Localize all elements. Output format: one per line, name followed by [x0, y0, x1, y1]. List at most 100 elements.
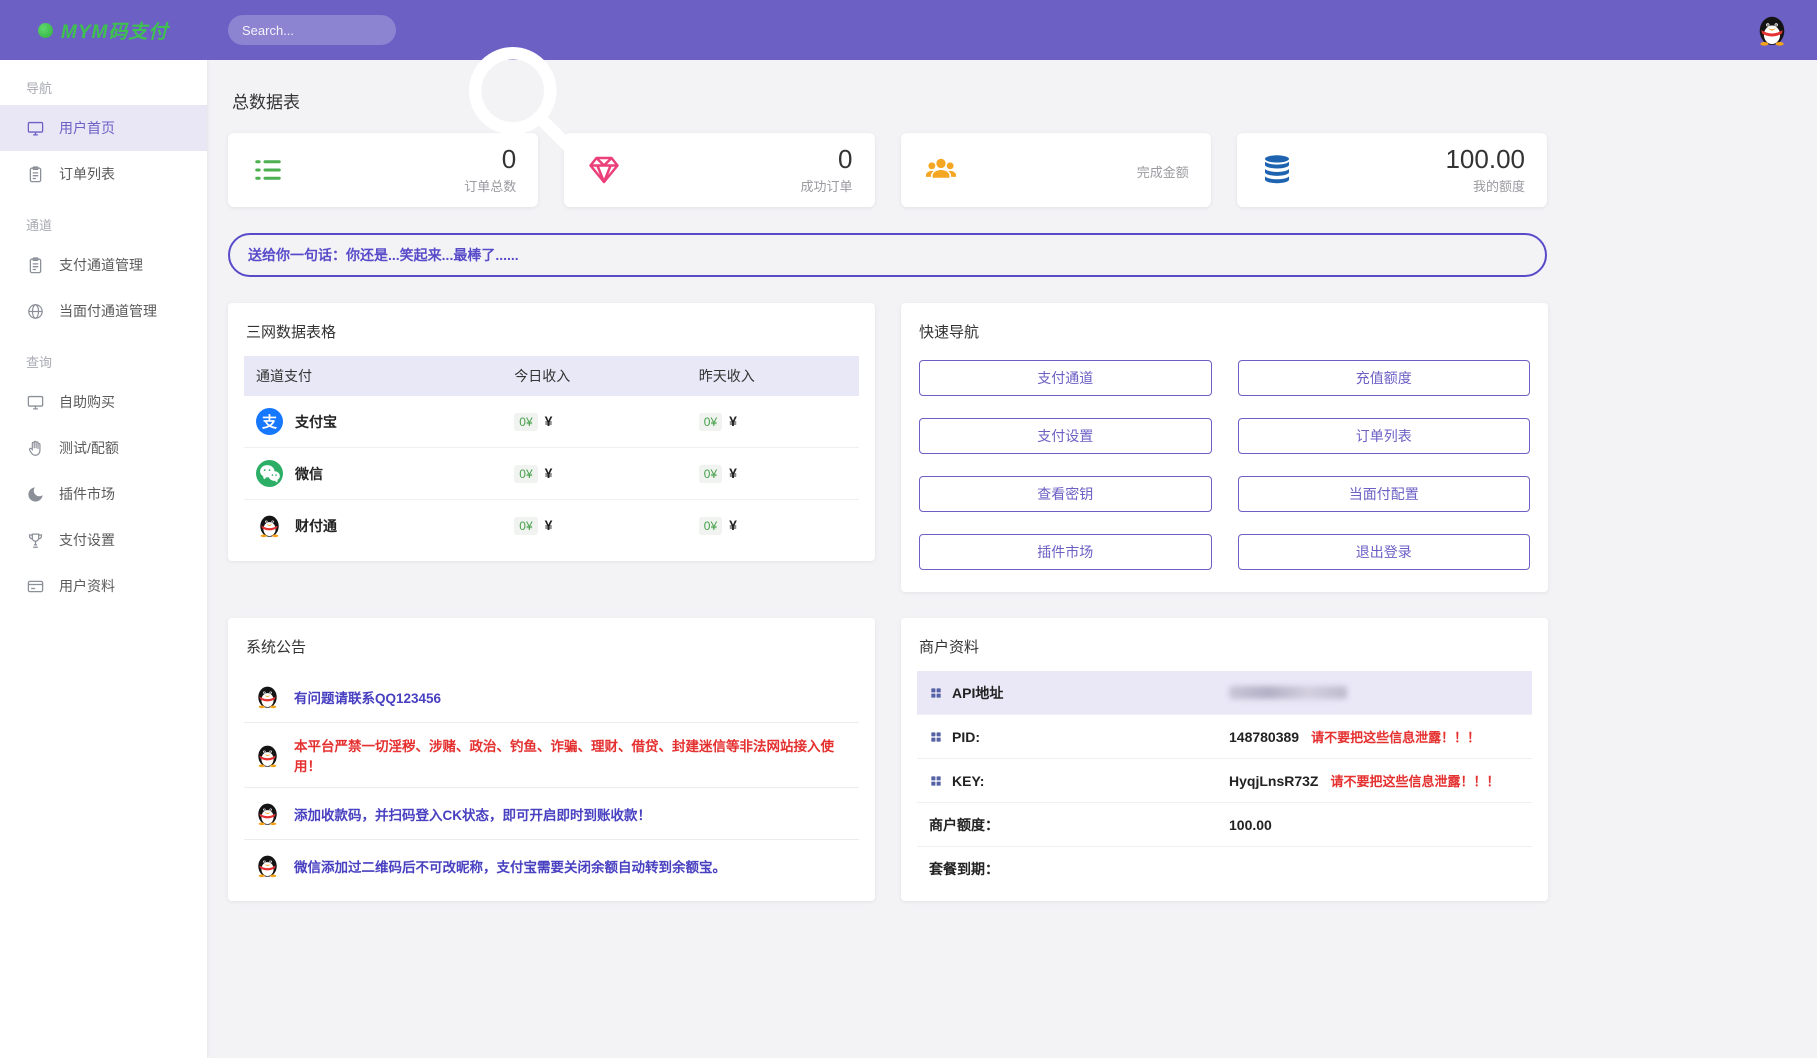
- grid-icon: [929, 730, 943, 744]
- sidebar-item-pay-channel-mgmt[interactable]: 支付通道管理: [0, 242, 207, 288]
- announcement-item: 添加收款码，并扫码登入CK状态，即可开启即时到账收款！: [244, 788, 859, 840]
- channel-data-panel: 三网数据表格 通道支付 今日收入 昨天收入 支支付宝 0¥¥ 0¥¥: [228, 303, 875, 561]
- moon-icon: [26, 485, 45, 504]
- tenpay-penguin-icon: [256, 512, 283, 539]
- sidebar-item-label: 订单列表: [59, 164, 115, 184]
- notice-banner: 送给你一句话：你还是...笑起来...最棒了......: [228, 233, 1547, 277]
- today-income-badge: 0¥: [514, 517, 537, 535]
- quick-nav-pay-settings-button[interactable]: 支付设置: [919, 418, 1212, 454]
- announcement-item: 有问题请联系QQ123456: [244, 671, 859, 723]
- merchant-row-key: KEY: HyqjLnsR73Z 请不要把这些信息泄露！！！: [917, 759, 1532, 803]
- sidebar-item-user-profile[interactable]: 用户资料: [0, 563, 207, 609]
- sidebar-item-label: 插件市场: [59, 484, 115, 504]
- penguin-icon: [254, 800, 281, 827]
- stat-label: 我的额度: [1445, 176, 1525, 195]
- user-avatar[interactable]: [1753, 11, 1791, 49]
- channel-name: 财付通: [295, 516, 337, 536]
- quick-nav-recharge-quota-button[interactable]: 充值额度: [1238, 360, 1531, 396]
- merchant-label: 套餐到期：: [929, 859, 999, 879]
- monitor-icon: [26, 393, 45, 412]
- sidebar-section-query: 查询: [0, 334, 207, 379]
- column-header: 今日收入: [502, 356, 687, 396]
- currency-symbol: ¥: [545, 517, 553, 533]
- today-income-badge: 0¥: [514, 465, 537, 483]
- list-icon: [250, 152, 286, 188]
- search-input[interactable]: [242, 23, 369, 38]
- middle-panels: 三网数据表格 通道支付 今日收入 昨天收入 支支付宝 0¥¥ 0¥¥: [228, 303, 1547, 901]
- penguin-avatar-icon: [1754, 12, 1790, 48]
- merchant-profile-panel: 商户资料 API地址 PID: 148780389 请不要把这些信息泄露！！！: [901, 618, 1548, 901]
- panel-title: 系统公告: [246, 636, 857, 657]
- sidebar-item-pay-settings[interactable]: 支付设置: [0, 517, 207, 563]
- clipboard-icon: [26, 256, 45, 275]
- sidebar-item-label: 自助购买: [59, 392, 115, 412]
- column-header: 通道支付: [244, 356, 502, 396]
- users-icon: [923, 152, 959, 188]
- table-row: 微信 0¥ ¥ 0¥ ¥: [244, 448, 859, 500]
- merchant-pid-value: 148780389: [1229, 729, 1299, 745]
- quick-nav-order-list-button[interactable]: 订单列表: [1238, 418, 1531, 454]
- merchant-row-package-expiry: 套餐到期：: [917, 847, 1532, 891]
- announcement-text: 有问题请联系QQ123456: [294, 687, 441, 707]
- announcement-text: 添加收款码，并扫码登入CK状态，即可开启即时到账收款！: [294, 804, 651, 824]
- merchant-row-api: API地址: [917, 671, 1532, 715]
- sidebar-item-label: 用户资料: [59, 576, 115, 596]
- sidebar-item-self-purchase[interactable]: 自助购买: [0, 379, 207, 425]
- sidebar-item-label: 支付设置: [59, 530, 115, 550]
- channel-name: 微信: [295, 464, 323, 484]
- sidebar-item-order-list[interactable]: 订单列表: [0, 151, 207, 197]
- penguin-icon: [254, 742, 281, 769]
- stat-card-completed-amount: 完成金额: [901, 133, 1211, 207]
- quick-nav-f2f-config-button[interactable]: 当面付配置: [1238, 476, 1531, 512]
- brand[interactable]: MYM码支付: [0, 17, 207, 44]
- currency-symbol: ¥: [545, 465, 553, 481]
- channel-table: 通道支付 今日收入 昨天收入 支支付宝 0¥¥ 0¥¥ 微信 0¥¥ 0¥¥: [244, 356, 859, 551]
- announcements-panel: 系统公告 有问题请联系QQ123456 本平台严禁一切淫秽、涉赌、政治、钓鱼、诈…: [228, 618, 875, 901]
- table-header-row: 通道支付 今日收入 昨天收入: [244, 356, 859, 396]
- yesterday-income-badge: 0¥: [699, 465, 722, 483]
- currency-symbol: ¥: [729, 465, 737, 481]
- stat-card-my-quota: 100.00 我的额度: [1237, 133, 1547, 207]
- leak-warning: 请不要把这些信息泄露！！！: [1330, 771, 1499, 790]
- merchant-quota-value: 100.00: [1229, 817, 1272, 833]
- sidebar-item-plugin-market[interactable]: 插件市场: [0, 471, 207, 517]
- quick-nav-logout-button[interactable]: 退出登录: [1238, 534, 1531, 570]
- panel-title: 快速导航: [919, 321, 1530, 342]
- sidebar-item-label: 测试/配额: [59, 438, 119, 458]
- yesterday-income-badge: 0¥: [699, 413, 722, 431]
- database-icon: [1259, 152, 1295, 188]
- sidebar-section-nav: 导航: [0, 60, 207, 105]
- quick-nav-plugin-market-button[interactable]: 插件市场: [919, 534, 1212, 570]
- penguin-icon: [254, 852, 281, 879]
- announcement-item: 本平台严禁一切淫秽、涉赌、政治、钓鱼、诈骗、理财、借贷、封建迷信等非法网站接入使…: [244, 723, 859, 788]
- currency-symbol: ¥: [729, 413, 737, 429]
- currency-symbol: ¥: [545, 413, 553, 429]
- sidebar-item-f2f-channel-mgmt[interactable]: 当面付通道管理: [0, 288, 207, 334]
- clipboard-icon: [26, 165, 45, 184]
- stat-label: 成功订单: [800, 176, 852, 195]
- grid-icon: [929, 774, 943, 788]
- quick-nav-view-key-button[interactable]: 查看密钥: [919, 476, 1212, 512]
- sidebar: 导航 用户首页 订单列表 通道 支付通道管理 当面付通道管理 查询 自助购买 测…: [0, 60, 207, 1058]
- quick-nav-pay-channel-button[interactable]: 支付通道: [919, 360, 1212, 396]
- currency-symbol: ¥: [729, 517, 737, 533]
- search-icon[interactable]: [369, 22, 386, 39]
- sidebar-section-channel: 通道: [0, 197, 207, 242]
- globe-icon: [26, 302, 45, 321]
- alipay-icon: 支: [256, 408, 283, 435]
- monitor-icon: [26, 119, 45, 138]
- sidebar-item-user-home[interactable]: 用户首页: [0, 105, 207, 151]
- table-row: 支支付宝 0¥¥ 0¥¥: [244, 396, 859, 448]
- merchant-label: API地址: [952, 683, 1003, 703]
- sidebar-item-label: 当面付通道管理: [59, 301, 157, 321]
- card-icon: [26, 577, 45, 596]
- merchant-label: 商户额度：: [929, 815, 999, 835]
- column-header: 昨天收入: [687, 356, 859, 396]
- merchant-row-pid: PID: 148780389 请不要把这些信息泄露！！！: [917, 715, 1532, 759]
- sidebar-item-test-quota[interactable]: 测试/配额: [0, 425, 207, 471]
- merchant-label: KEY:: [952, 773, 984, 789]
- yesterday-income-badge: 0¥: [699, 517, 722, 535]
- quick-nav-panel: 快速导航 支付通道 充值额度 支付设置 订单列表 查看密钥 当面付配置 插件市场…: [901, 303, 1548, 592]
- search-box[interactable]: [228, 15, 396, 45]
- brand-title: MYM码支付: [61, 17, 168, 44]
